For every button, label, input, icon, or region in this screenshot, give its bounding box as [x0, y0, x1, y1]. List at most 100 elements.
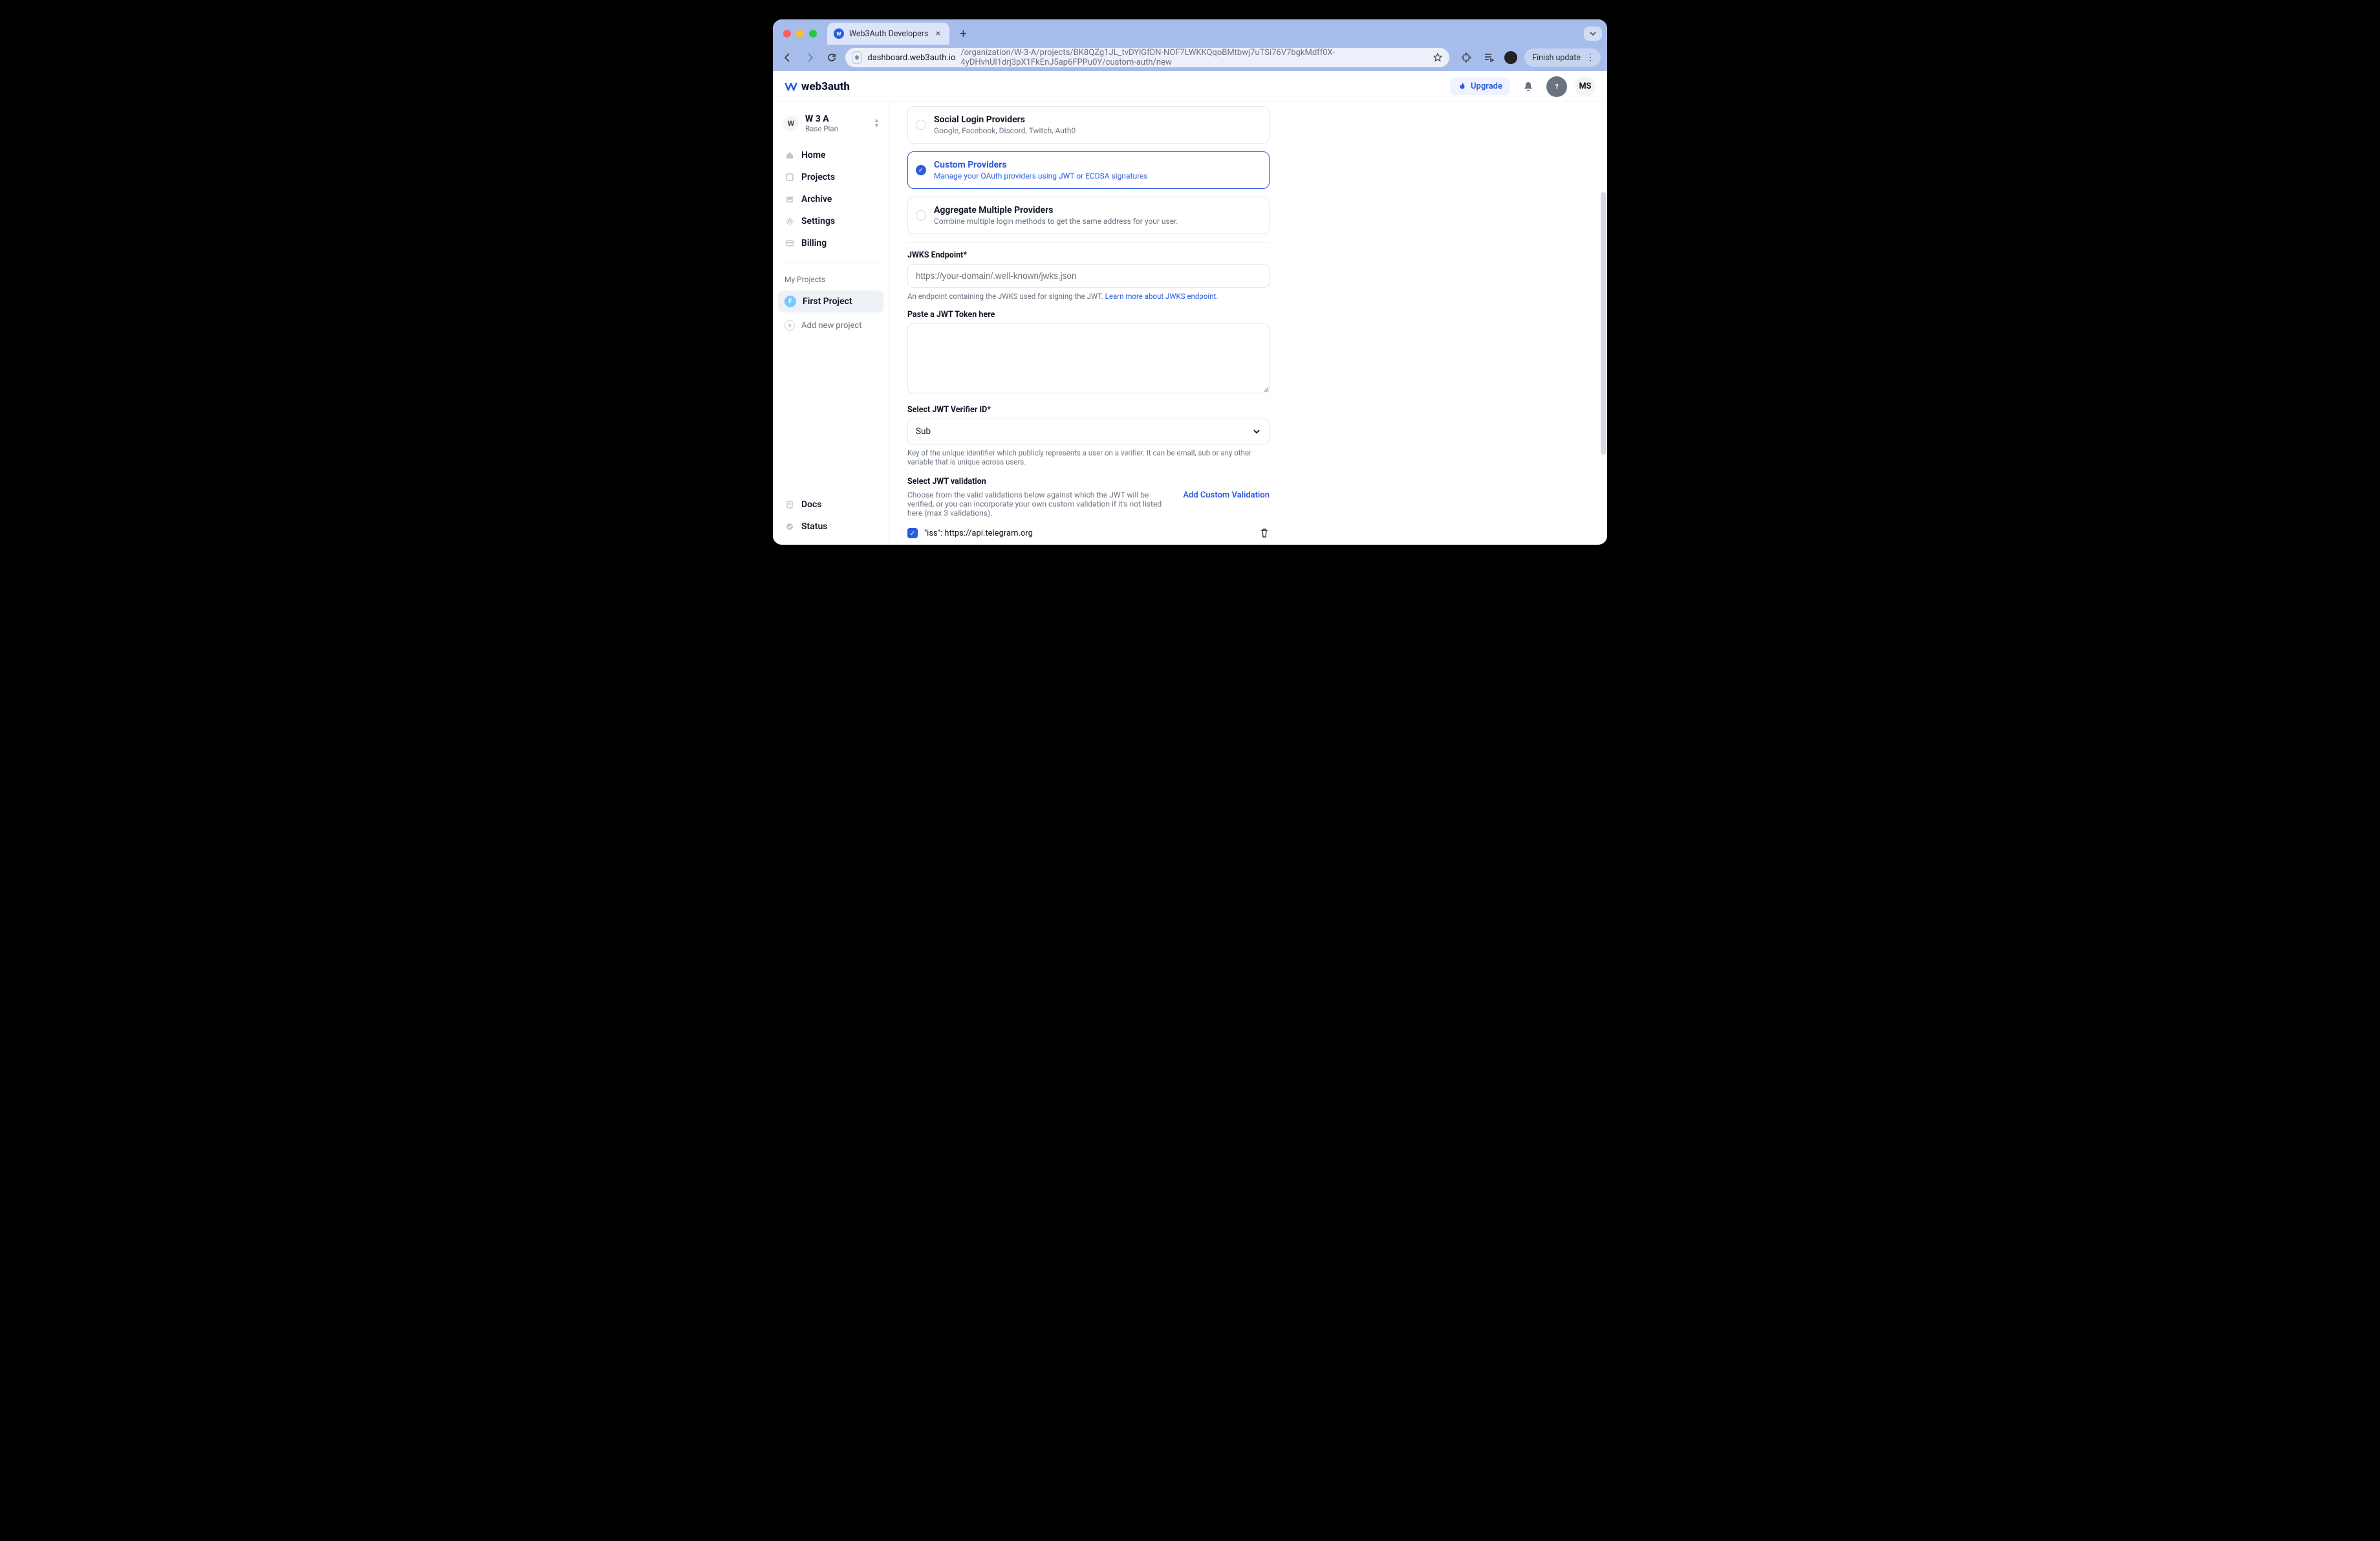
- url-bar[interactable]: dashboard.web3auth.io/organization/W-3-A…: [845, 48, 1449, 67]
- docs-icon: [784, 500, 795, 509]
- verifier-id-select[interactable]: Sub: [907, 419, 1270, 444]
- sidebar-item-archive[interactable]: Archive: [778, 189, 883, 210]
- extensions-button[interactable]: [1458, 49, 1475, 66]
- finish-update-label: Finish update: [1532, 53, 1581, 63]
- bookmark-icon[interactable]: [1433, 52, 1443, 63]
- delete-validation-button[interactable]: [1259, 528, 1270, 538]
- scrollbar-thumb[interactable]: [1601, 192, 1606, 455]
- home-icon: [784, 151, 795, 160]
- new-tab-button[interactable]: +: [955, 25, 973, 43]
- brand-mark-icon: [784, 80, 797, 93]
- brand-logo[interactable]: web3auth: [784, 80, 850, 93]
- kebab-menu-icon[interactable]: ⋮: [1586, 52, 1596, 63]
- sidebar-item-billing[interactable]: Billing: [778, 233, 883, 254]
- jwks-helper: An endpoint containing the JWKS used for…: [907, 292, 1270, 301]
- add-project-button[interactable]: + Add new project: [778, 315, 883, 336]
- sidebar-project-item[interactable]: F First Project: [778, 290, 883, 312]
- sidebar-item-label: Billing: [801, 238, 827, 248]
- media-button[interactable]: [1480, 49, 1497, 66]
- app-header: web3auth Upgrade ? MS: [773, 71, 1607, 102]
- tab-favicon-icon: w: [834, 28, 844, 39]
- window-controls: [778, 30, 822, 38]
- plus-icon: +: [784, 320, 795, 331]
- org-switcher[interactable]: W W 3 A Base Plan ▴▾: [778, 110, 883, 137]
- site-info-icon[interactable]: [852, 51, 862, 64]
- tab-overflow-button[interactable]: [1584, 27, 1602, 41]
- sidebar-item-label: Settings: [801, 216, 835, 226]
- provider-option-aggregate[interactable]: Aggregate Multiple Providers Combine mul…: [907, 197, 1270, 234]
- provider-option-social[interactable]: Social Login Providers Google, Facebook,…: [907, 106, 1270, 144]
- jwt-token-textarea[interactable]: [907, 323, 1270, 393]
- provider-subtitle: Google, Facebook, Discord, Twitch, Auth0: [934, 126, 1260, 135]
- sidebar-item-docs[interactable]: Docs: [778, 494, 883, 515]
- bell-icon: [1522, 81, 1534, 93]
- sidebar-item-label: Projects: [801, 172, 835, 182]
- jwks-learn-more-link[interactable]: Learn more about JWKS endpoint.: [1105, 292, 1218, 301]
- fire-icon: [1458, 82, 1467, 91]
- reload-button[interactable]: [823, 49, 840, 66]
- browser-chrome: w Web3Auth Developers × +: [773, 19, 1607, 71]
- status-icon: [784, 522, 795, 531]
- browser-tab[interactable]: w Web3Auth Developers ×: [827, 23, 949, 45]
- sidebar: W W 3 A Base Plan ▴▾ Home Projects: [773, 102, 889, 545]
- checkbox-checked-icon[interactable]: ✓: [907, 528, 918, 538]
- select-value: Sub: [916, 426, 931, 437]
- tab-close-icon[interactable]: ×: [934, 29, 943, 38]
- profile-button[interactable]: [1502, 49, 1519, 66]
- close-window-icon[interactable]: [783, 30, 791, 38]
- sidebar-item-settings[interactable]: Settings: [778, 211, 883, 232]
- minimize-window-icon[interactable]: [796, 30, 804, 38]
- app-shell: web3auth Upgrade ? MS: [773, 71, 1607, 545]
- verifier-id-helper: Key of the unique identifier which publi…: [907, 448, 1270, 466]
- jwks-endpoint-input[interactable]: [907, 264, 1270, 288]
- tab-strip: w Web3Auth Developers × +: [773, 19, 1607, 45]
- validation-item-label: "iss": https://api.telegram.org: [924, 529, 1033, 538]
- sidebar-item-projects[interactable]: Projects: [778, 167, 883, 188]
- radio-icon: [916, 120, 926, 130]
- notifications-button[interactable]: [1518, 76, 1539, 97]
- radio-checked-icon: ✓: [916, 165, 926, 175]
- upgrade-button[interactable]: Upgrade: [1450, 78, 1510, 95]
- provider-option-custom[interactable]: ✓ Custom Providers Manage your OAuth pro…: [907, 151, 1270, 189]
- validation-helper: Choose from the valid validations below …: [907, 490, 1175, 518]
- avatar-initials: MS: [1579, 82, 1592, 91]
- reload-icon: [827, 52, 837, 63]
- project-name: First Project: [803, 296, 852, 307]
- user-avatar[interactable]: MS: [1575, 76, 1596, 97]
- content-area[interactable]: Social Login Providers Google, Facebook,…: [889, 102, 1607, 545]
- toolbar-right: Finish update ⋮: [1455, 49, 1601, 67]
- radio-icon: [916, 210, 926, 221]
- sidebar-item-status[interactable]: Status: [778, 516, 883, 537]
- org-name: W 3 A: [805, 114, 838, 124]
- sidebar-section-label: My Projects: [778, 266, 883, 288]
- header-right: Upgrade ? MS: [1450, 76, 1596, 97]
- sidebar-item-home[interactable]: Home: [778, 145, 883, 166]
- upgrade-label: Upgrade: [1471, 82, 1502, 91]
- playlist-icon: [1484, 52, 1494, 63]
- project-avatar: F: [784, 296, 796, 307]
- validation-label: Select JWT validation: [907, 477, 1270, 486]
- validation-row: ✓ "iss": https://api.telegram.org: [907, 528, 1270, 538]
- browser-window: w Web3Auth Developers × +: [773, 19, 1607, 545]
- arrow-left-icon: [783, 52, 793, 63]
- scrollbar[interactable]: [1601, 105, 1606, 542]
- url-host: dashboard.web3auth.io: [867, 53, 955, 63]
- finish-update-button[interactable]: Finish update ⋮: [1524, 49, 1601, 67]
- sidebar-item-label: Archive: [801, 194, 832, 204]
- jwt-paste-label: Paste a JWT Token here: [907, 310, 1270, 320]
- provider-title: Custom Providers: [934, 160, 1260, 170]
- help-button[interactable]: ?: [1546, 76, 1567, 97]
- browser-toolbar: dashboard.web3auth.io/organization/W-3-A…: [773, 45, 1607, 71]
- maximize-window-icon[interactable]: [809, 30, 817, 38]
- sidebar-footer: Docs Status: [778, 494, 883, 537]
- chevron-down-icon: [1252, 427, 1261, 436]
- gear-icon: [784, 217, 795, 226]
- chevron-down-icon: [1590, 30, 1596, 37]
- tab-title: Web3Auth Developers: [849, 29, 929, 39]
- archive-icon: [784, 195, 795, 204]
- forward-button[interactable]: [801, 49, 818, 66]
- question-icon: ?: [1552, 82, 1562, 92]
- back-button[interactable]: [779, 49, 796, 66]
- svg-text:?: ?: [1555, 83, 1559, 91]
- add-custom-validation-link[interactable]: Add Custom Validation: [1183, 490, 1270, 500]
